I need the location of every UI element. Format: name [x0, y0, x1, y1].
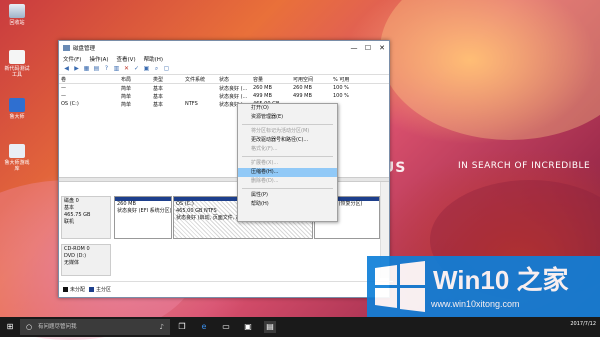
minimize-button[interactable]: — [347, 44, 361, 52]
legend-unallocated: 未分配 [63, 286, 85, 293]
ctx-help[interactable]: 帮助(H) [238, 200, 337, 209]
ctx-delete-volume: 删除卷(D)... [251, 178, 279, 184]
disk-management-taskbar-icon[interactable]: ▤ [264, 321, 276, 333]
recycle-bin-icon [9, 4, 25, 18]
store-icon[interactable]: ▣ [242, 321, 254, 333]
menu-view[interactable]: 查看(V) [117, 55, 136, 63]
legend-primary: 主分区 [89, 286, 111, 293]
menu-help[interactable]: 帮助(H) [144, 55, 163, 63]
maximize-button[interactable]: ☐ [361, 44, 375, 52]
disk-management-window: 磁盘管理 — ☐ ✕ 文件(F) 操作(A) 查看(V) 帮助(H) ◀ ▶ ▦… [58, 40, 393, 298]
col-layout[interactable]: 布局 [119, 76, 151, 83]
col-status[interactable]: 状态 [217, 76, 251, 83]
ctx-mark-active: 将分区标记为活动分区(M) [251, 128, 310, 134]
ctx-change-drive-letter[interactable]: 更改驱动器号和路径(C)... [238, 136, 337, 145]
file-explorer-icon[interactable]: ▭ [220, 321, 232, 333]
volume-list-header: 卷 布局 类型 文件系统 状态 容量 可用空间 % 可用 [59, 75, 389, 84]
open-icon[interactable]: ▣ [143, 65, 150, 72]
check-icon[interactable]: ✓ [133, 65, 140, 72]
start-windows-icon[interactable]: ⊞ [4, 321, 16, 333]
col-free-space[interactable]: 可用空间 [291, 76, 331, 83]
separator [242, 188, 333, 189]
desktop-icon-ludashi-games[interactable]: 鲁大师游戏库 [4, 144, 30, 172]
partition-efi[interactable]: 260 MB 状态良好 (EFI 系统分区) [114, 196, 172, 239]
title-bar[interactable]: 磁盘管理 — ☐ ✕ [59, 41, 389, 54]
gamepad-icon [9, 144, 25, 158]
col-filesystem[interactable]: 文件系统 [183, 76, 217, 83]
window-title: 磁盘管理 [73, 45, 96, 52]
volume-list: 卷 布局 类型 文件系统 状态 容量 可用空间 % 可用 — 简单 基本 状态良… [59, 75, 389, 177]
microphone-icon[interactable]: ♪ [160, 319, 164, 335]
windows-logo-icon [375, 261, 425, 312]
clock: 2017/7/12 [570, 321, 596, 327]
col-percent-free[interactable]: % 可用 [331, 76, 371, 83]
brand-slogan: IN SEARCH OF INCREDIBLE [458, 161, 591, 171]
ctx-extend-volume: 扩展卷(X)... [251, 160, 279, 166]
rescan-icon[interactable]: ▢ [163, 65, 170, 72]
desktop-icon-recycle-bin[interactable]: 回收站 [4, 4, 30, 26]
volume-row[interactable]: — 简单 基本 状态良好 (... 260 MB 260 MB 100 % [59, 84, 389, 92]
volume-row[interactable]: OS (C:) 简单 基本 NTFS 状态良好 (... 465.00 GB [59, 100, 389, 108]
edge-icon[interactable]: e [198, 321, 210, 333]
win10-watermark: Win10 之家 www.win10xitong.com [367, 256, 600, 318]
search-icon[interactable]: ⌕ [153, 65, 160, 72]
delete-icon[interactable]: ✕ [123, 65, 130, 72]
properties-icon[interactable]: ▤ [93, 65, 100, 72]
col-capacity[interactable]: 容量 [251, 76, 291, 83]
console-tree-icon[interactable]: ▦ [83, 65, 90, 72]
cortana-circle-icon: ○ [26, 323, 33, 331]
forward-icon[interactable]: ▶ [73, 65, 80, 72]
context-menu: 打开(O) 资源管理器(E) 将分区标记为活动分区(M) 更改驱动器号和路径(C… [237, 103, 338, 222]
separator [242, 156, 333, 157]
back-icon[interactable]: ◀ [63, 65, 70, 72]
menu-file[interactable]: 文件(F) [63, 55, 81, 63]
task-view-icon[interactable]: ❐ [176, 321, 188, 333]
cortana-search-box[interactable]: ○ 有问题尽管问我 ♪ [20, 319, 170, 335]
close-button[interactable]: ✕ [375, 44, 389, 52]
ctx-format: 格式化(F)... [251, 146, 278, 152]
menu-bar: 文件(F) 操作(A) 查看(V) 帮助(H) [59, 54, 389, 63]
ctx-properties[interactable]: 属性(P) [238, 191, 337, 200]
volume-row[interactable]: — 简单 基本 状态良好 (... 499 MB 499 MB 100 % [59, 92, 389, 100]
watermark-title: Win10 之家 [433, 265, 569, 295]
ludashi-icon [9, 98, 25, 112]
ctx-open[interactable]: 打开(O) [238, 104, 337, 113]
col-type[interactable]: 类型 [151, 76, 183, 83]
disk-management-icon [63, 44, 70, 51]
list-view-icon[interactable]: ▥ [113, 65, 120, 72]
legend: 未分配 主分区 [59, 281, 393, 296]
desktop-icon-code-tool[interactable]: 新代码测试工具 [4, 50, 30, 78]
col-volume[interactable]: 卷 [59, 76, 119, 83]
ctx-explorer[interactable]: 资源管理器(E) [238, 113, 337, 122]
desktop-icon-ludashi[interactable]: 鲁大师 [4, 98, 30, 120]
menu-action[interactable]: 操作(A) [89, 55, 108, 63]
taskbar: ⊞ ○ 有问题尽管问我 ♪ ❐ e ▭ ▣ ▤ 2017/7/12 [0, 317, 600, 337]
toolbar: ◀ ▶ ▦ ▤ ? ▥ ✕ ✓ ▣ ⌕ ▢ [59, 63, 389, 75]
file-icon [9, 50, 25, 64]
watermark-url: www.win10xitong.com [431, 299, 520, 309]
help-icon[interactable]: ? [103, 65, 110, 72]
separator [242, 124, 333, 125]
disk-0-info[interactable]: 磁盘 0 基本 465.75 GB 联机 [61, 196, 111, 239]
ctx-shrink-volume[interactable]: 压缩卷(H)... [238, 168, 337, 177]
cdrom-0-info[interactable]: CD-ROM 0 DVD (D:) 无媒体 [61, 244, 111, 276]
